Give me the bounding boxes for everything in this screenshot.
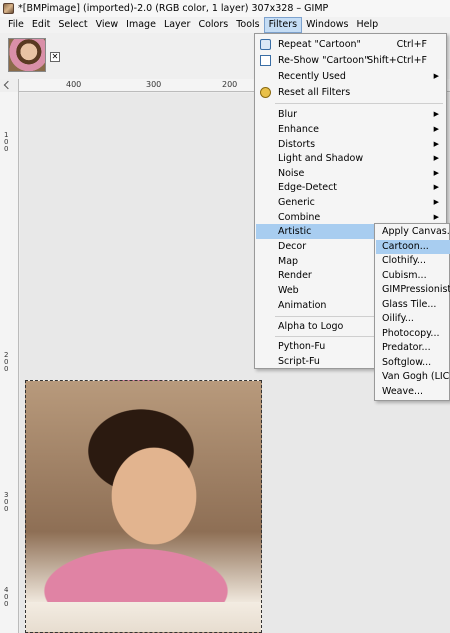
submenu-arrow-icon: ▶ bbox=[433, 140, 439, 148]
submenu-item-cartoon[interactable]: Cartoon... bbox=[376, 239, 450, 254]
menu-windows[interactable]: Windows bbox=[302, 17, 352, 33]
ruler-tick-label: 400 bbox=[4, 586, 9, 608]
repeat-icon bbox=[260, 39, 271, 50]
menu-item-distorts[interactable]: Distorts ▶ bbox=[256, 137, 445, 152]
menu-item-label: Noise bbox=[278, 168, 305, 179]
submenu-arrow-icon: ▶ bbox=[433, 154, 439, 162]
reset-icon bbox=[260, 87, 271, 98]
menu-item-label: Alpha to Logo bbox=[278, 321, 344, 332]
menu-item-label: Distorts bbox=[278, 139, 316, 150]
menu-item-label: Map bbox=[278, 256, 299, 267]
title-bar: *[BMPimage] (imported)-2.0 (RGB color, 1… bbox=[0, 0, 450, 17]
menu-item-enhance[interactable]: Enhance ▶ bbox=[256, 122, 445, 137]
gimp-app-icon bbox=[3, 3, 14, 14]
submenu-item-softglow[interactable]: Softglow... bbox=[376, 356, 450, 371]
menu-filters[interactable]: Filters bbox=[263, 17, 303, 33]
submenu-arrow-icon: ▶ bbox=[433, 183, 439, 191]
menu-item-label: Re-Show "Cartoon" bbox=[278, 55, 369, 66]
submenu-arrow-icon: ▶ bbox=[433, 72, 439, 80]
submenu-item-gimpressionist[interactable]: GIMPressionist... bbox=[376, 283, 450, 298]
menu-item-light-and-shadow[interactable]: Light and Shadow ▶ bbox=[256, 151, 445, 166]
submenu-item-photocopy[interactable]: Photocopy... bbox=[376, 327, 450, 342]
menu-select[interactable]: Select bbox=[54, 17, 91, 33]
menu-item-label: Recently Used bbox=[278, 71, 346, 82]
ruler-tick-label: 100 bbox=[4, 131, 9, 153]
menu-item-label: Generic bbox=[278, 197, 315, 208]
shortcut-label: Shift+Ctrl+F bbox=[367, 55, 427, 66]
window-title: *[BMPimage] (imported)-2.0 (RGB color, 1… bbox=[18, 3, 329, 14]
menu-item-label: Artistic bbox=[278, 226, 312, 237]
menu-item-noise[interactable]: Noise ▶ bbox=[256, 166, 445, 181]
menu-layer[interactable]: Layer bbox=[160, 17, 195, 33]
submenu-item-predator[interactable]: Predator... bbox=[376, 341, 450, 356]
menu-item-label: Web bbox=[278, 285, 299, 296]
ruler-tick-label: 300 bbox=[146, 80, 162, 89]
menu-image[interactable]: Image bbox=[122, 17, 160, 33]
menu-file[interactable]: File bbox=[4, 17, 28, 33]
ruler-tick-label: 200 bbox=[4, 351, 9, 373]
menu-help[interactable]: Help bbox=[353, 17, 383, 33]
menu-item-label: Blur bbox=[278, 109, 298, 120]
reset-all-filters-item[interactable]: Reset all Filters bbox=[256, 85, 445, 100]
menu-item-label: Animation bbox=[278, 300, 327, 311]
submenu-item-weave[interactable]: Weave... bbox=[376, 385, 450, 400]
submenu-arrow-icon: ▶ bbox=[433, 125, 439, 133]
reshow-cartoon-item[interactable]: Re-Show "Cartoon" Shift+Ctrl+F bbox=[256, 53, 445, 68]
artistic-submenu: Apply Canvas... Cartoon... Clothify... C… bbox=[374, 223, 450, 401]
menu-item-label: Combine bbox=[278, 212, 321, 223]
submenu-item-van-gogh[interactable]: Van Gogh (LIC)... bbox=[376, 370, 450, 385]
menu-item-label: Script-Fu bbox=[278, 356, 320, 367]
menu-item-label: Repeat "Cartoon" bbox=[278, 39, 361, 50]
submenu-item-apply-canvas[interactable]: Apply Canvas... bbox=[376, 225, 450, 240]
image-bottom-area bbox=[26, 602, 261, 632]
menu-item-label: Enhance bbox=[278, 124, 319, 135]
ruler-tick-label: 400 bbox=[66, 80, 82, 89]
submenu-item-clothify[interactable]: Clothify... bbox=[376, 254, 450, 269]
menu-separator bbox=[275, 103, 443, 104]
menu-tools[interactable]: Tools bbox=[232, 17, 263, 33]
ruler-tick-label: 200 bbox=[222, 80, 238, 89]
repeat-cartoon-item[interactable]: Repeat "Cartoon" Ctrl+F bbox=[256, 37, 445, 52]
menu-item-label: Python-Fu bbox=[278, 341, 326, 352]
menu-colors[interactable]: Colors bbox=[194, 17, 232, 33]
menu-item-label: Reset all Filters bbox=[278, 87, 351, 98]
reshow-icon bbox=[260, 55, 271, 66]
submenu-arrow-icon: ▶ bbox=[433, 198, 439, 206]
menu-edit[interactable]: Edit bbox=[28, 17, 54, 33]
close-icon[interactable]: ✕ bbox=[50, 52, 60, 62]
menu-item-edge-detect[interactable]: Edge-Detect ▶ bbox=[256, 180, 445, 195]
navigate-corner-icon[interactable] bbox=[0, 79, 19, 92]
recently-used-item[interactable]: Recently Used ▶ bbox=[256, 69, 445, 84]
menu-item-blur[interactable]: Blur ▶ bbox=[256, 107, 445, 122]
submenu-arrow-icon: ▶ bbox=[433, 110, 439, 118]
ruler-tick-label: 300 bbox=[4, 491, 9, 513]
submenu-item-cubism[interactable]: Cubism... bbox=[376, 269, 450, 284]
menu-item-label: Decor bbox=[278, 241, 307, 252]
image-thumbnail-tab[interactable] bbox=[8, 38, 46, 72]
submenu-arrow-icon: ▶ bbox=[433, 169, 439, 177]
menu-item-label: Edge-Detect bbox=[278, 182, 338, 193]
submenu-item-oilify[interactable]: Oilify... bbox=[376, 312, 450, 327]
menu-item-label: Light and Shadow bbox=[278, 153, 364, 164]
menu-item-generic[interactable]: Generic ▶ bbox=[256, 195, 445, 210]
shortcut-label: Ctrl+F bbox=[396, 39, 427, 50]
menu-bar: File Edit Select View Image Layer Colors… bbox=[0, 17, 450, 33]
menu-item-label: Render bbox=[278, 270, 312, 281]
submenu-item-glass-tile[interactable]: Glass Tile... bbox=[376, 298, 450, 313]
cartoon-baby-image[interactable] bbox=[25, 380, 262, 633]
vertical-ruler[interactable]: 100 200 300 400 bbox=[0, 92, 19, 633]
menu-view[interactable]: View bbox=[92, 17, 123, 33]
